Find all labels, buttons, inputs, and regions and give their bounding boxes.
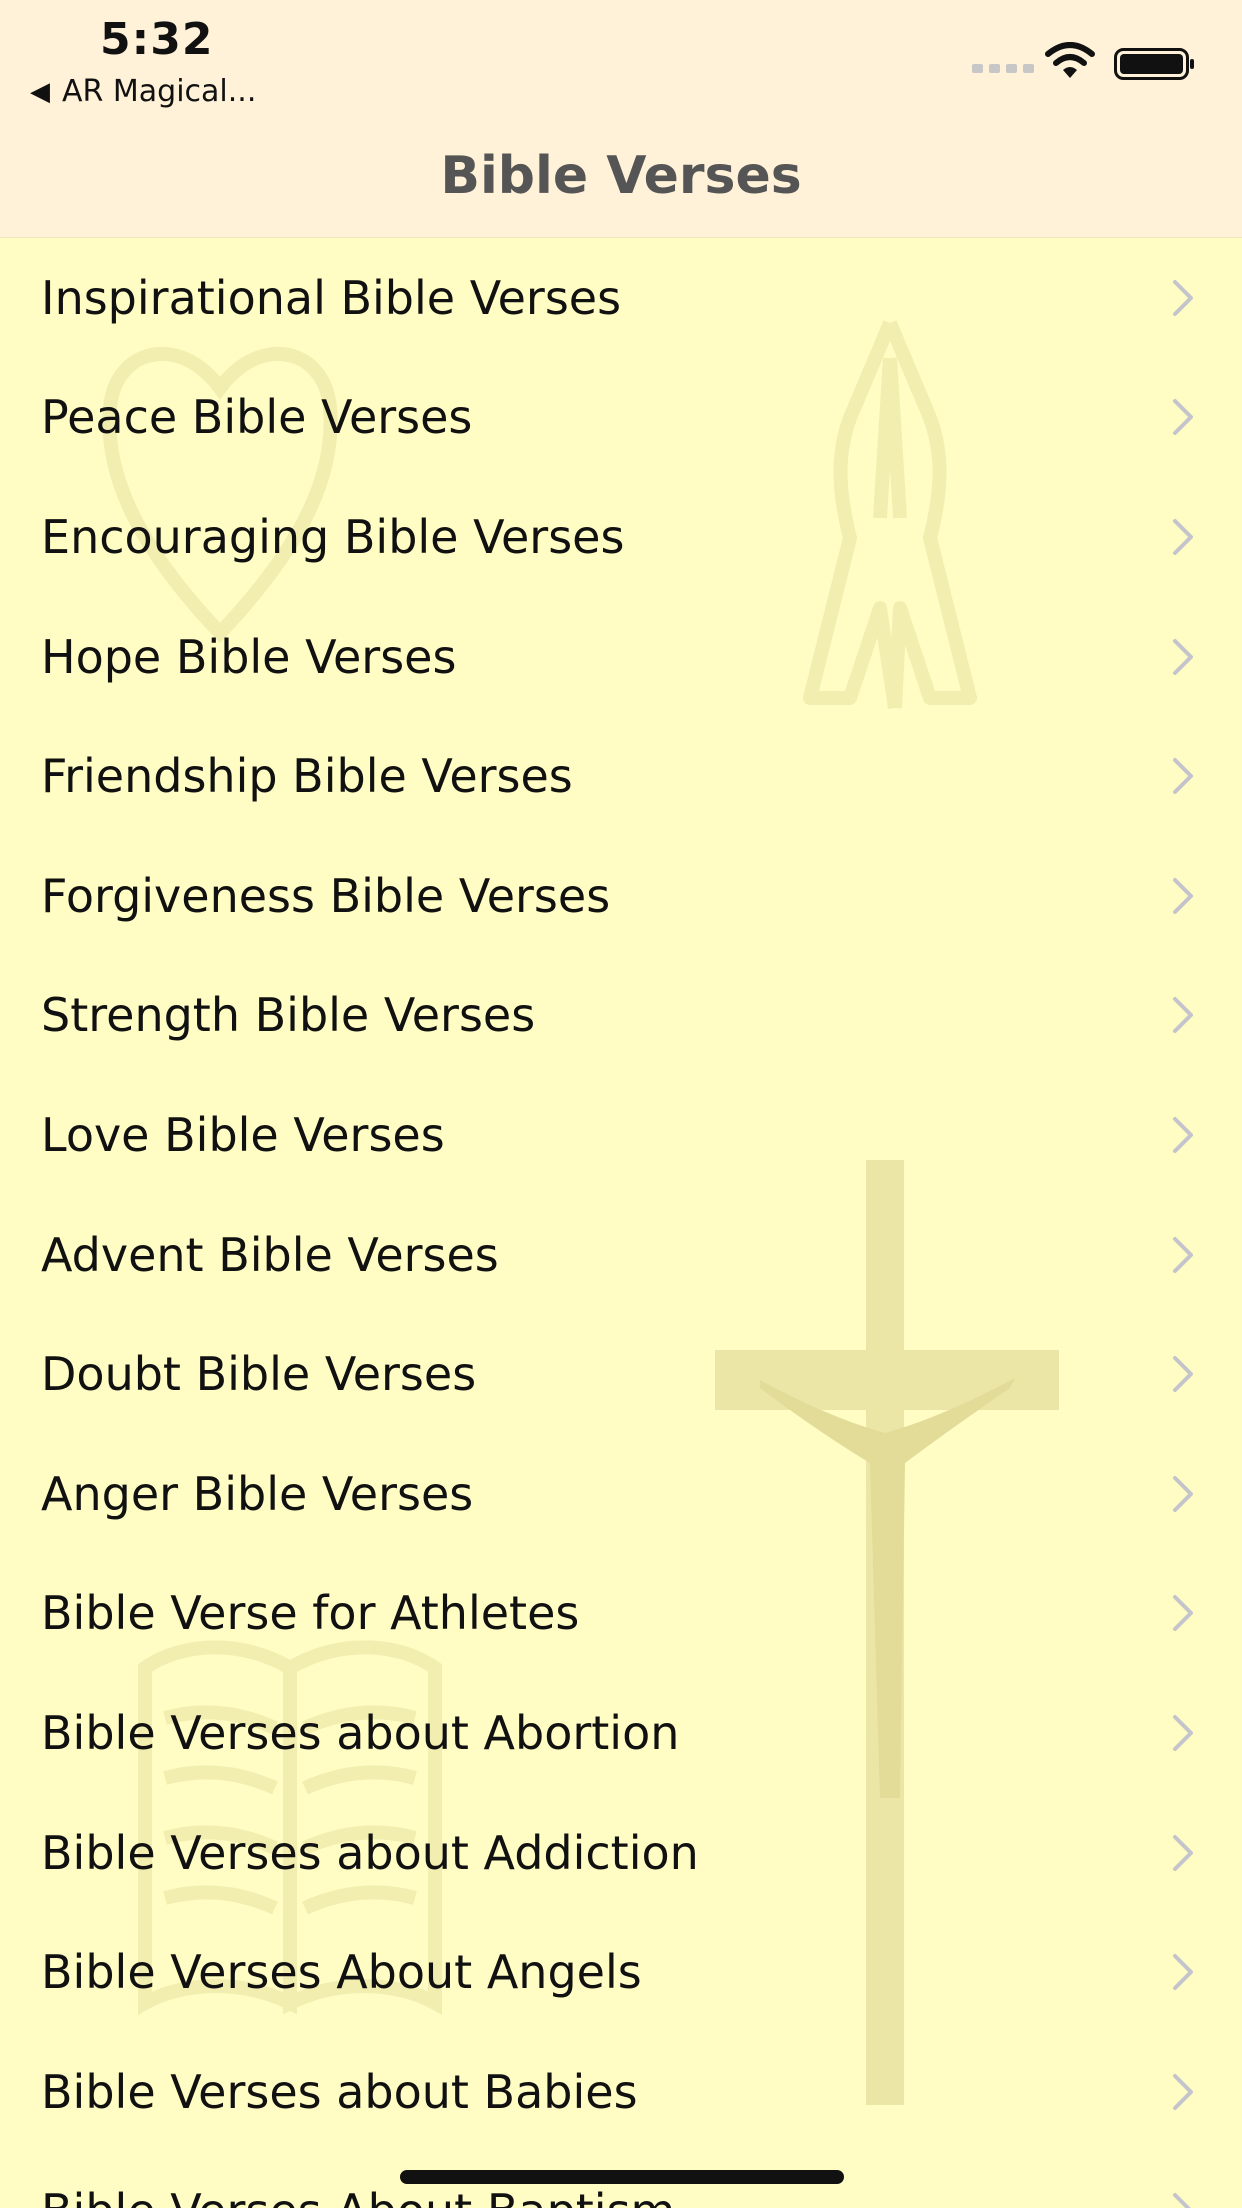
- list-item[interactable]: Hope Bible Verses: [0, 597, 1242, 717]
- list-item-label: Hope Bible Verses: [41, 629, 457, 684]
- chevron-right-icon: [1173, 1356, 1193, 1393]
- chevron-right-icon: [1173, 1116, 1193, 1153]
- list-item-label: Peace Bible Verses: [41, 390, 473, 445]
- chevron-right-icon: [1173, 2073, 1193, 2110]
- list-item[interactable]: Peace Bible Verses: [0, 358, 1242, 478]
- list-item[interactable]: Bible Verse for Athletes: [0, 1554, 1242, 1674]
- chevron-right-icon: [1173, 1954, 1193, 1991]
- home-indicator[interactable]: [400, 2170, 844, 2184]
- chevron-right-icon: [1173, 518, 1193, 555]
- list-item[interactable]: Friendship Bible Verses: [0, 716, 1242, 836]
- back-app-label: AR Magical...: [62, 74, 257, 109]
- list-item-label: Forgiveness Bible Verses: [41, 868, 611, 923]
- chevron-right-icon: [1173, 997, 1193, 1034]
- list-item-label: Bible Verses about Abortion: [41, 1705, 680, 1760]
- list-item[interactable]: Encouraging Bible Verses: [0, 477, 1242, 597]
- navigation-bar: Bible Verses: [0, 120, 1242, 238]
- list-item-label: Advent Bible Verses: [41, 1227, 499, 1282]
- list-item-label: Anger Bible Verses: [41, 1466, 474, 1521]
- chevron-right-icon: [1173, 877, 1193, 914]
- list-item-label: Love Bible Verses: [41, 1107, 445, 1162]
- battery-icon: [1114, 48, 1194, 80]
- bible-verses-list: Inspirational Bible Verses Peace Bible V…: [0, 238, 1242, 2208]
- chevron-right-icon: [1173, 399, 1193, 436]
- list-item[interactable]: Anger Bible Verses: [0, 1434, 1242, 1554]
- back-to-app-link[interactable]: ◀ AR Magical...: [30, 74, 256, 109]
- list-item-label: Friendship Bible Verses: [41, 749, 573, 804]
- list-item[interactable]: Inspirational Bible Verses: [0, 238, 1242, 358]
- list-item-label: Bible Verse for Athletes: [41, 1586, 580, 1641]
- list-item[interactable]: Bible Verses About Angels: [0, 1912, 1242, 2032]
- list-item-label: Doubt Bible Verses: [41, 1347, 477, 1402]
- cellular-signal-icon: [972, 64, 1034, 73]
- page-title: Bible Verses: [440, 146, 802, 206]
- chevron-right-icon: [1173, 1236, 1193, 1273]
- chevron-right-icon: [1173, 279, 1193, 316]
- list-item[interactable]: Advent Bible Verses: [0, 1195, 1242, 1315]
- chevron-right-icon: [1173, 1595, 1193, 1632]
- list-item-label: Bible Verses About Baptism: [41, 2184, 675, 2208]
- list-item-label: Strength Bible Verses: [41, 988, 536, 1043]
- list-item[interactable]: Bible Verses about Babies: [0, 2032, 1242, 2152]
- list-item[interactable]: Strength Bible Verses: [0, 956, 1242, 1076]
- list-item-label: Inspirational Bible Verses: [41, 270, 622, 325]
- list-item-label: Encouraging Bible Verses: [41, 509, 625, 564]
- status-bar: 5:32 ◀ AR Magical...: [0, 0, 1242, 120]
- list-item[interactable]: Bible Verses about Abortion: [0, 1673, 1242, 1793]
- chevron-right-icon: [1173, 1714, 1193, 1751]
- list-item-label: Bible Verses about Addiction: [41, 1825, 699, 1880]
- chevron-right-icon: [1173, 758, 1193, 795]
- chevron-right-icon: [1173, 638, 1193, 675]
- chevron-right-icon: [1173, 2193, 1191, 2208]
- list-item[interactable]: Forgiveness Bible Verses: [0, 836, 1242, 956]
- list-item[interactable]: Love Bible Verses: [0, 1075, 1242, 1195]
- list-item[interactable]: Doubt Bible Verses: [0, 1314, 1242, 1434]
- status-time: 5:32: [100, 14, 214, 65]
- chevron-right-icon: [1173, 1834, 1193, 1871]
- chevron-right-icon: [1173, 1475, 1193, 1512]
- list-item[interactable]: Bible Verses about Addiction: [0, 1793, 1242, 1913]
- wifi-icon: [1045, 42, 1095, 78]
- back-triangle-icon: ◀: [30, 76, 50, 107]
- list-item-label: Bible Verses About Angels: [41, 1945, 642, 2000]
- list-item-label: Bible Verses about Babies: [41, 2064, 638, 2119]
